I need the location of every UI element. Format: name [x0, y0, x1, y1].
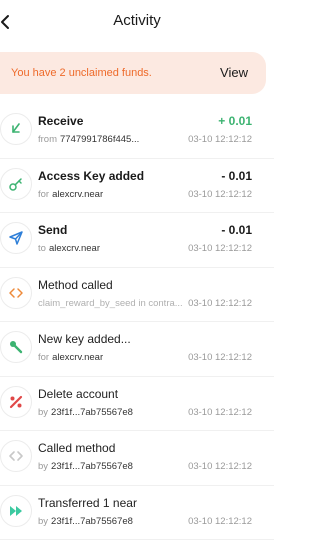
subtitle-value: 7747991786f445... — [60, 134, 140, 145]
new-key-icon — [0, 331, 32, 363]
activity-subtitle: by 23f1f...7ab75567e8 — [38, 461, 133, 472]
activity-item-delete-account[interactable]: Delete account by 23f1f...7ab75567e8 03-1… — [0, 377, 274, 431]
activity-item-access-key-added[interactable]: Access Key added for alexcrv.near - 0.01 … — [0, 159, 274, 213]
activity-title: Send — [38, 223, 68, 237]
activity-title: Method called — [38, 277, 113, 292]
activity-time: 03-10 12:12:12 — [188, 406, 252, 418]
activity-title: New key added... — [38, 332, 131, 346]
subtitle-prefix: to — [38, 243, 46, 254]
subtitle-prefix: for — [38, 188, 50, 200]
code-icon — [0, 276, 32, 309]
activity-item-method-called[interactable]: Method called claim_reward_by_seed in co… — [0, 268, 274, 322]
activity-item-called-method[interactable]: Called method by 23f1f...7ab75567e8 03-10… — [0, 431, 274, 486]
receive-icon — [0, 113, 32, 145]
key-icon — [0, 167, 32, 200]
activity-amount: - 0.01 — [221, 168, 252, 183]
activity-time: 03-10 12:12:12 — [188, 352, 252, 363]
called-method-icon — [0, 440, 32, 472]
subtitle-value: alexcrv.near — [52, 352, 104, 363]
activity-time: 03-10 12:12:12 — [188, 461, 252, 472]
subtitle-value: alexcrv.near — [52, 188, 104, 200]
activity-title: Delete account — [38, 386, 119, 401]
send-icon — [0, 222, 32, 254]
activity-subtitle: claim_reward_by_seed in contra... — [38, 297, 183, 309]
activity-item-send[interactable]: Send to alexcrv.near - 0.01 03-10 12:12:1… — [0, 213, 274, 268]
activity-title: Called method — [38, 441, 116, 455]
subtitle-value: 23f1f...7ab75567e8 — [51, 406, 133, 418]
activity-item-new-key-added[interactable]: New key added... for alexcrv.near 03-10 1… — [0, 322, 274, 377]
transfer-icon — [0, 494, 32, 527]
activity-time: 03-10 12:12:12 — [188, 243, 252, 254]
activity-subtitle: by 23f1f...7ab75567e8 — [38, 516, 133, 527]
activity-subtitle: for alexcrv.near — [38, 189, 103, 200]
view-button[interactable]: View — [220, 65, 248, 80]
activity-time: 03-10 12:12:12 — [188, 515, 252, 527]
subtitle-prefix: for — [38, 352, 50, 363]
activity-time: 03-10 12:12:12 — [188, 134, 252, 145]
unclaimed-funds-banner: You have 2 unclaimed funds. View — [0, 52, 266, 94]
subtitle-value: 23f1f...7ab75567e8 — [51, 515, 133, 527]
activity-title: Access Key added — [38, 168, 145, 183]
activity-subtitle: to alexcrv.near — [38, 243, 100, 254]
activity-time: 03-10 12:12:12 — [188, 297, 252, 309]
subtitle-value: alexcrv.near — [48, 243, 100, 254]
banner-text: You have 2 unclaimed funds. — [11, 67, 152, 79]
page-title: Activity — [113, 12, 161, 29]
activity-amount: + 0.01 — [218, 114, 252, 128]
subtitle-prefix: by — [38, 406, 49, 418]
activity-item-transferred[interactable]: Transferred 1 near by 23f1f...7ab75567e8 … — [0, 486, 274, 540]
subtitle-prefix: by — [38, 515, 49, 527]
subtitle-prefix: from — [38, 134, 57, 145]
activity-amount: - 0.01 — [221, 223, 252, 237]
activity-subtitle: for alexcrv.near — [38, 352, 103, 363]
activity-title: Receive — [38, 114, 84, 128]
activity-title: Transferred 1 near — [38, 495, 137, 510]
subtitle-prefix: by — [38, 461, 49, 472]
activity-subtitle: by 23f1f...7ab75567e8 — [38, 407, 133, 418]
subtitle-value: 23f1f...7ab75567e8 — [51, 461, 133, 472]
delete-account-icon — [0, 385, 32, 418]
activity-item-receive[interactable]: Receive from 7747991786f445... + 0.01 03-… — [0, 104, 274, 159]
header: Activity — [0, 0, 274, 44]
activity-list: Receive from 7747991786f445... + 0.01 03-… — [0, 104, 274, 540]
activity-subtitle: from 7747991786f445... — [38, 134, 139, 145]
activity-time: 03-10 12:12:12 — [188, 188, 252, 200]
